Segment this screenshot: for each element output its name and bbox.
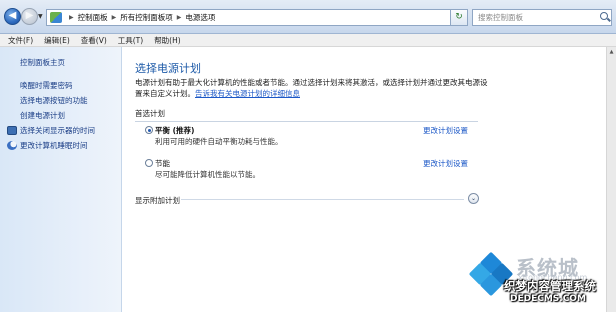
menu-file[interactable]: 文件(F) — [8, 35, 33, 46]
address-toolbar: ◀ ▶ ▼ ▶ 控制面板 ▶ 所有控制面板项 ▶ 电源选项 ▼ ↻ 搜索控制面板 — [0, 0, 616, 34]
sidebar-item-sleep-time[interactable]: 更改计算机睡眠时间 — [20, 140, 88, 151]
page-title: 选择电源计划 — [135, 62, 201, 75]
plan-balanced-name[interactable]: 平衡 (推荐) — [155, 125, 194, 136]
plan-power-saver-desc: 尽可能降低计算机性能以节能。 — [155, 170, 260, 179]
watermark-cn-text: 织梦内容管理系统 — [504, 279, 596, 293]
intro-text: 电源计划有助于最大化计算机的性能或者节能。通过选择计划来将其激活，或选择计划并通… — [135, 78, 488, 98]
watermark-url: DEDECMS.COM — [510, 294, 586, 304]
breadcrumb-all-items[interactable]: 所有控制面板项 — [120, 12, 173, 23]
moon-icon — [7, 141, 17, 150]
scroll-up-icon[interactable]: ▲ — [607, 49, 616, 55]
back-icon[interactable]: ◀ — [4, 8, 21, 25]
address-bar[interactable]: ▶ 控制面板 ▶ 所有控制面板项 ▶ 电源选项 ▼ — [46, 9, 467, 26]
sidebar-home-link[interactable]: 控制面板主页 — [20, 57, 65, 68]
menu-tools[interactable]: 工具(T) — [118, 35, 143, 46]
watermark: 系统城 xitongcheng.com 织梦内容管理系统 DEDECMS.COM — [468, 251, 616, 312]
sidebar-item-wake-password[interactable]: 唤醒时需要密码 — [20, 80, 73, 91]
recent-pages-dropdown-icon[interactable]: ▼ — [38, 13, 43, 20]
refresh-icon[interactable]: ↻ — [450, 9, 468, 26]
sidebar-item-display-off[interactable]: 选择关闭显示器的时间 — [20, 125, 95, 136]
power-plan-help-link[interactable]: 告诉我有关电源计划的详细信息 — [195, 89, 300, 98]
breadcrumb-power-options[interactable]: 电源选项 — [185, 12, 215, 23]
preferred-plans-header: 首选计划 — [135, 108, 478, 122]
sidebar: 控制面板主页 唤醒时需要密码 选择电源按钮的功能 创建电源计划 选择关闭显示器的… — [0, 47, 122, 312]
plan-balanced-radio[interactable] — [145, 126, 153, 134]
breadcrumb-control-panel[interactable]: 控制面板 — [78, 12, 108, 23]
plan-power-saver-name[interactable]: 节能 — [155, 158, 170, 169]
menu-bar: 文件(F) 编辑(E) 查看(V) 工具(T) 帮助(H) — [0, 34, 616, 47]
change-plan-settings-link-balanced[interactable]: 更改计划设置 — [423, 125, 468, 136]
plan-balanced-desc: 利用可用的硬件自动平衡功耗与性能。 — [155, 137, 283, 146]
menu-edit[interactable]: 编辑(E) — [44, 35, 70, 46]
search-icon[interactable] — [600, 12, 608, 20]
menu-help[interactable]: 帮助(H) — [154, 35, 181, 46]
monitor-icon — [7, 126, 17, 135]
sidebar-item-create-plan[interactable]: 创建电源计划 — [20, 110, 65, 121]
show-additional-plans-label[interactable]: 显示附加计划 — [135, 195, 180, 206]
change-plan-settings-link-power-saver[interactable]: 更改计划设置 — [423, 158, 468, 169]
divider — [181, 199, 464, 200]
plan-power-saver-radio[interactable] — [145, 159, 153, 167]
menu-view[interactable]: 查看(V) — [81, 35, 107, 46]
forward-icon[interactable]: ▶ — [21, 8, 38, 25]
sidebar-item-power-buttons[interactable]: 选择电源按钮的功能 — [20, 95, 88, 106]
chevron-down-icon[interactable]: ⌄ — [468, 193, 479, 204]
search-input[interactable]: 搜索控制面板 — [472, 9, 612, 26]
control-panel-icon — [50, 12, 62, 23]
